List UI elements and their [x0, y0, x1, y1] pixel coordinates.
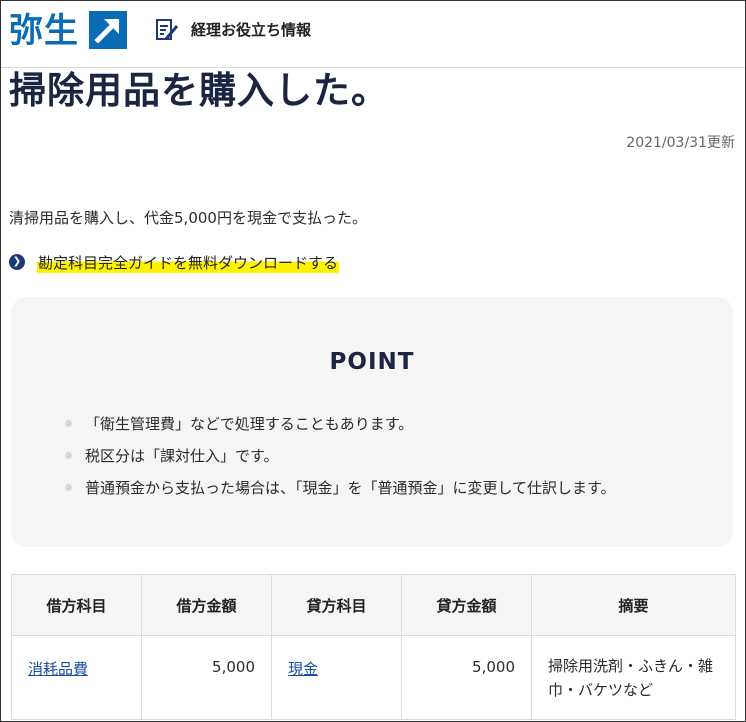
edit-document-icon[interactable] — [154, 17, 180, 43]
page-title: 掃除用品を購入した。 — [9, 69, 389, 112]
credit-account-cell: 現金 — [271, 635, 402, 720]
point-item: 税区分は「課対仕入」です。 — [65, 446, 616, 478]
updated-date: 2021/03/31更新 — [626, 135, 735, 151]
logo-arrow-icon[interactable] — [89, 11, 127, 49]
point-title: POINT — [329, 349, 415, 375]
credit-account-link[interactable]: 現金 — [288, 660, 318, 678]
site-header: 弥生 経理お役立ち情報 — [1, 1, 745, 68]
chevron-right-icon: ❯ — [9, 254, 25, 270]
table-header-row: 借方科目 借方金額 貸方科目 貸方金額 摘要 — [11, 574, 736, 636]
download-row[interactable]: ❯ 勘定科目完全ガイドを無料ダウンロードする — [9, 251, 340, 273]
nav-link-accounting-tips[interactable]: 経理お役立ち情報 — [191, 20, 311, 40]
header-memo: 摘要 — [531, 574, 736, 636]
point-list: 「衛生管理費」などで処理することもあります。 税区分は「課対仕入」です。 普通預… — [65, 414, 616, 510]
point-box: POINT 「衛生管理費」などで処理することもあります。 税区分は「課対仕入」で… — [11, 297, 733, 547]
memo-cell: 掃除用洗剤・ふきん・雑巾・バケツなど — [531, 635, 736, 720]
download-guide-link[interactable]: 勘定科目完全ガイドを無料ダウンロードする — [37, 251, 340, 273]
article-body: 清掃用品を購入し、代金5,000円を現金で支払った。 — [9, 209, 367, 227]
debit-account-cell: 消耗品費 — [11, 635, 142, 720]
logo[interactable]: 弥生 — [9, 9, 79, 53]
header-debit-account: 借方科目 — [11, 574, 142, 636]
credit-amount-cell: 5,000 — [401, 635, 532, 720]
page-frame: 弥生 経理お役立ち情報 掃除用品を購入した。 2021/03/31更新 清掃用品… — [0, 0, 746, 722]
debit-amount-cell: 5,000 — [141, 635, 272, 720]
point-item: 普通預金から支払った場合は、「現金」を「普通預金」に変更して仕訳します。 — [65, 478, 616, 510]
header-debit-amount: 借方金額 — [141, 574, 272, 636]
point-item: 「衛生管理費」などで処理することもあります。 — [65, 414, 616, 446]
debit-account-link[interactable]: 消耗品費 — [28, 660, 88, 678]
table-row: 消耗品費 5,000 現金 5,000 掃除用洗剤・ふきん・雑巾・バケツなど — [11, 635, 736, 720]
header-credit-amount: 貸方金額 — [401, 574, 532, 636]
header-credit-account: 貸方科目 — [271, 574, 402, 636]
journal-table: 借方科目 借方金額 貸方科目 貸方金額 摘要 消耗品費 5,000 現金 5,0… — [11, 574, 736, 720]
